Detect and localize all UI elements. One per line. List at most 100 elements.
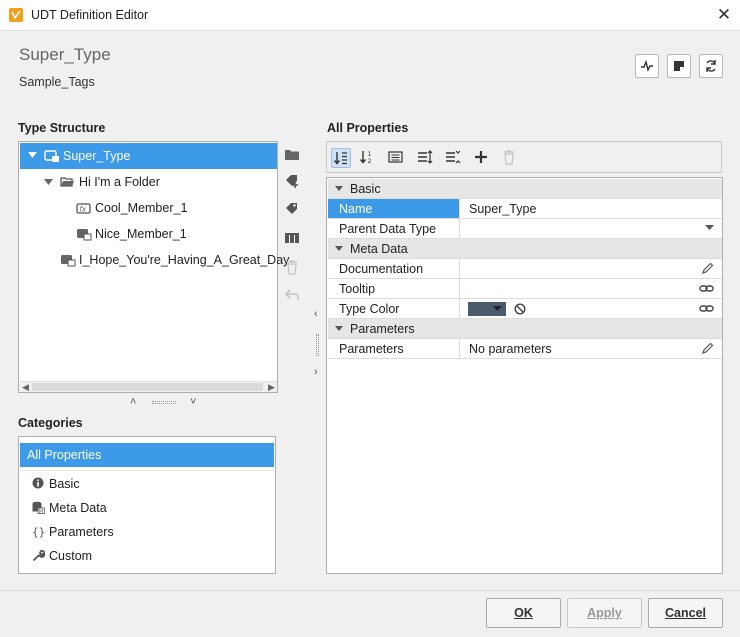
link-icon[interactable] (699, 302, 714, 315)
properties-label: All Properties (327, 121, 409, 135)
category-parameters[interactable]: {} Parameters (20, 520, 274, 544)
chevron-down-icon[interactable]: ˅ (190, 396, 196, 408)
type-structure-tree[interactable]: Super_Type Hi I'm a Folder fx Cool_Membe… (18, 141, 289, 393)
sort-category-icon (333, 152, 347, 165)
property-row-name[interactable]: Name Super_Type (328, 199, 722, 219)
group-meta-data[interactable]: Meta Data (328, 239, 722, 259)
collapse-arrow-icon (28, 152, 37, 158)
tag-button[interactable] (284, 201, 302, 219)
category-meta-data[interactable]: M Meta Data (20, 496, 274, 520)
ok-button[interactable]: OK (486, 598, 561, 628)
splitter-grip[interactable] (316, 334, 319, 356)
plus-icon (475, 151, 487, 163)
trash-icon (287, 260, 297, 275)
note-icon (674, 61, 684, 71)
type-color-field[interactable] (459, 299, 722, 318)
tree-node-label: I_Hope_You're_Having_A_Great_Day (79, 253, 290, 267)
property-label: Name (339, 202, 373, 216)
properties-toolbar: 12 (326, 141, 722, 173)
scrollbar-thumb[interactable] (32, 383, 263, 391)
collapse-arrow-icon (335, 246, 343, 251)
chevron-up-icon[interactable]: ˄ (130, 396, 136, 408)
delete-button[interactable] (284, 259, 302, 277)
type-structure-label: Type Structure (18, 121, 106, 135)
property-value: No parameters (469, 342, 552, 356)
scroll-right-icon[interactable]: ▶ (268, 382, 275, 393)
undo-button[interactable] (284, 287, 302, 305)
close-icon[interactable]: ✕ (713, 5, 735, 27)
chevron-right-icon[interactable]: › (314, 366, 318, 378)
pencil-icon[interactable] (701, 262, 714, 275)
property-row-tooltip[interactable]: Tooltip (328, 279, 722, 299)
columns-button[interactable] (284, 230, 302, 248)
refresh-button[interactable] (699, 54, 723, 78)
link-icon[interactable] (699, 282, 714, 295)
category-basic[interactable]: Basic (20, 472, 274, 496)
window-title: UDT Definition Editor (31, 8, 149, 22)
description-button[interactable] (387, 148, 407, 168)
scroll-left-icon[interactable]: ◀ (22, 382, 29, 393)
pencil-icon[interactable] (701, 342, 714, 355)
property-label: Parameters (339, 342, 404, 356)
sort-alphabetical-button[interactable]: 12 (358, 148, 378, 168)
property-label: Type Color (339, 302, 400, 316)
pulse-icon (641, 59, 653, 73)
tree-node-label: Nice_Member_1 (95, 227, 187, 241)
add-tag-icon (286, 175, 298, 188)
new-folder-button[interactable] (284, 147, 302, 165)
chevron-left-icon[interactable]: ‹ (314, 308, 318, 320)
svg-text:2: 2 (368, 158, 372, 165)
list-icon (388, 151, 403, 163)
property-label: Parent Data Type (339, 222, 437, 236)
collapse-arrow-icon (335, 186, 343, 191)
collapse-all-button[interactable] (444, 148, 464, 168)
color-swatch[interactable] (468, 302, 506, 316)
cancel-button[interactable]: Cancel (648, 598, 723, 628)
tree-node-super-type[interactable]: Super_Type (20, 143, 277, 169)
svg-text:{}: {} (32, 526, 45, 539)
remove-property-button[interactable] (500, 148, 520, 168)
udt-instance-icon (77, 229, 92, 241)
group-parameters[interactable]: Parameters (328, 319, 722, 339)
tree-node-cool-member[interactable]: fx Cool_Member_1 (20, 195, 277, 221)
collapse-arrow-icon (44, 179, 53, 185)
app-logo-icon (9, 8, 23, 22)
tooltip-field[interactable] (459, 279, 722, 298)
horizontal-scrollbar[interactable]: ◀ ▶ (20, 381, 277, 392)
tree-node-great-day[interactable]: I_Hope_You're_Having_A_Great_Day (20, 247, 289, 273)
clear-color-icon[interactable] (514, 303, 526, 315)
property-row-parameters[interactable]: Parameters No parameters (328, 339, 722, 359)
expand-all-button[interactable] (416, 148, 436, 168)
property-row-parent-data-type[interactable]: Parent Data Type (328, 219, 722, 239)
parameters-field[interactable]: No parameters (459, 339, 722, 358)
udt-title: Super_Type (19, 45, 111, 64)
category-all-properties[interactable]: All Properties (20, 443, 274, 467)
property-row-documentation[interactable]: Documentation (328, 259, 722, 279)
apply-button[interactable]: Apply (567, 598, 642, 628)
notes-button[interactable] (667, 54, 691, 78)
trend-button[interactable] (635, 54, 659, 78)
categories-list[interactable]: All Properties Basic M Meta Data {} Para… (18, 436, 276, 574)
udt-instance-icon (61, 255, 76, 267)
collapse-arrow-icon (335, 326, 343, 331)
name-field[interactable]: Super_Type (459, 199, 722, 218)
divider (0, 590, 740, 591)
documentation-field[interactable] (459, 259, 722, 278)
tree-node-nice-member[interactable]: Nice_Member_1 (20, 221, 277, 247)
property-row-type-color[interactable]: Type Color (328, 299, 722, 319)
tree-node-folder[interactable]: Hi I'm a Folder (20, 169, 277, 195)
property-grid[interactable]: Basic Name Super_Type Parent Data Type M… (326, 177, 723, 574)
trash-icon (504, 150, 514, 165)
wrench-icon (32, 550, 45, 562)
splitter-grip[interactable] (152, 401, 176, 404)
add-property-button[interactable] (472, 148, 492, 168)
group-label: Meta Data (350, 242, 408, 256)
parent-data-type-dropdown[interactable] (459, 219, 722, 238)
category-custom[interactable]: Custom (20, 544, 274, 568)
sort-by-category-button[interactable] (331, 148, 351, 168)
braces-icon: {} (32, 526, 45, 539)
group-basic[interactable]: Basic (328, 179, 722, 199)
svg-text:1: 1 (368, 151, 372, 158)
new-member-button[interactable] (284, 173, 302, 191)
property-label: Tooltip (339, 282, 376, 296)
